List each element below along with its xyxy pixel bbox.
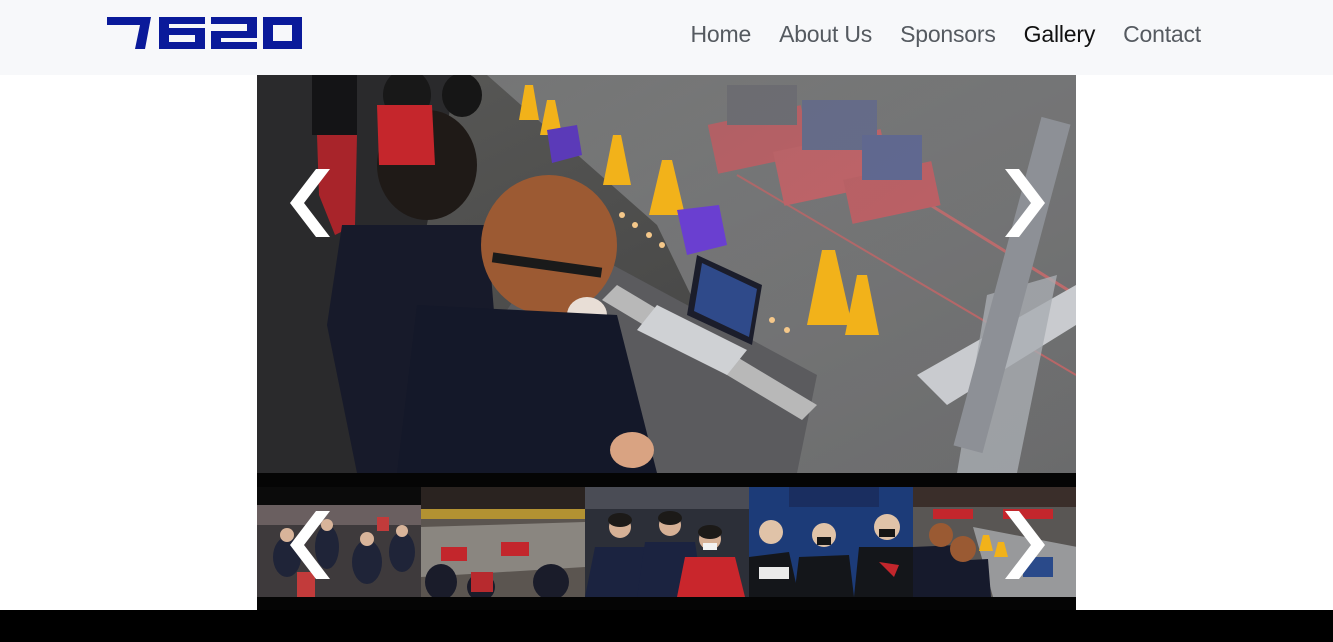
thumbnail-5[interactable]	[913, 487, 1076, 597]
prev-slide-chevron-left-icon[interactable]	[286, 169, 330, 237]
drive-team-photo	[913, 487, 1076, 597]
nav-home[interactable]: Home	[691, 20, 752, 48]
thumbnail-4[interactable]	[749, 487, 913, 597]
site-footer	[0, 610, 1333, 642]
prev-thumbnail-chevron-left-icon[interactable]	[286, 511, 330, 579]
main-photo	[257, 75, 1076, 473]
team-logo[interactable]	[107, 17, 302, 49]
nav-contact[interactable]: Contact	[1123, 20, 1201, 48]
interview-photo	[749, 487, 913, 597]
nav-gallery[interactable]: Gallery	[1024, 20, 1096, 48]
team-members-photo	[585, 487, 749, 597]
main-nav: Home About Us Sponsors Gallery Contact	[663, 20, 1202, 48]
nav-about-us[interactable]: About Us	[779, 20, 872, 48]
next-thumbnail-chevron-right-icon[interactable]	[1005, 511, 1049, 579]
thumbnail-2[interactable]	[421, 487, 585, 597]
thumbnail-strip	[257, 487, 1076, 597]
robotics-field-photo	[421, 487, 585, 597]
robotics-crowd-cheering-photo	[257, 487, 421, 597]
thumbnail-1[interactable]	[257, 487, 421, 597]
photo-gallery	[257, 75, 1076, 610]
nav-sponsors[interactable]: Sponsors	[900, 20, 996, 48]
site-header: Home About Us Sponsors Gallery Contact	[0, 0, 1333, 75]
robotics-competition-driver-station-photo	[257, 75, 1076, 473]
thumbnail-3[interactable]	[585, 487, 749, 597]
next-slide-chevron-right-icon[interactable]	[1005, 169, 1049, 237]
